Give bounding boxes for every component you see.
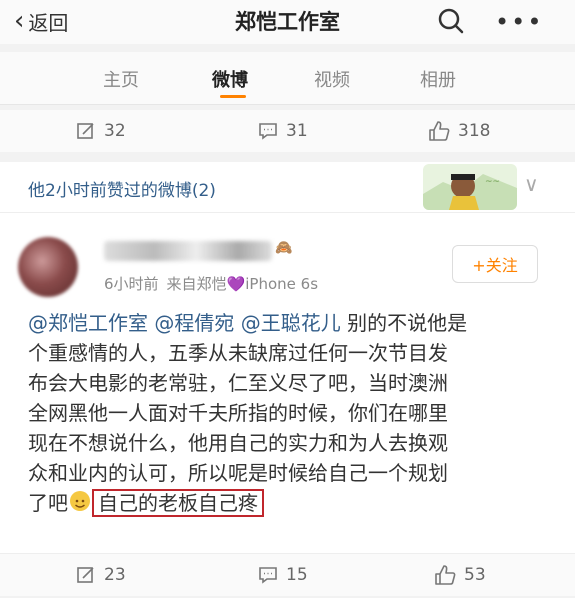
comment-icon [259, 123, 277, 140]
post-time: 6小时前 [104, 275, 159, 293]
svg-text:~~: ~~ [485, 177, 500, 187]
tab-video[interactable]: 视频 [314, 66, 350, 92]
more-menu-button[interactable]: ••• [495, 8, 543, 36]
thumbs-up-icon [429, 121, 450, 141]
post-meta: 6小时前 来自郑恺💜iPhone 6s [104, 273, 318, 294]
post-line: 了吧 自己的老板自己疼 [28, 488, 558, 518]
tab-album[interactable]: 相册 [420, 66, 456, 92]
like-count: 53 [464, 565, 486, 585]
comment-button[interactable]: 15 [258, 554, 308, 596]
post-line: 布会大电影的老常驻，仁至义尽了吧，当时澳洲 [28, 371, 448, 395]
post-card: 🙈 6小时前 来自郑恺💜iPhone 6s +关注 @郑恺工作室 @程倩宛 @王聪… [0, 213, 575, 553]
comment-count: 15 [286, 565, 308, 585]
like-button[interactable]: 53 [434, 554, 486, 596]
avatar[interactable] [18, 237, 78, 297]
repost-count: 23 [104, 565, 126, 585]
mention-link[interactable]: @程倩宛 [154, 311, 234, 335]
repost-button[interactable]: 23 [76, 554, 126, 596]
active-tab-indicator [220, 95, 246, 98]
mention-link[interactable]: @郑恺工作室 [28, 311, 148, 335]
post-source: 来自郑恺 [166, 275, 227, 293]
search-icon[interactable] [436, 6, 466, 36]
tab-home[interactable]: 主页 [103, 66, 139, 92]
like-count: 318 [458, 121, 491, 141]
post-actions: 23 15 53 [0, 553, 575, 596]
comment-count: 31 [286, 121, 308, 141]
heart-icon: 💜 [226, 275, 246, 293]
previous-post-actions: 32 31 318 [0, 110, 575, 152]
post-line: 全网黑他一人面对千夫所指的时候，你们在哪里 [28, 401, 448, 425]
post-line: 个重感情的人，五季从未缺席过任何一次节目发 [28, 341, 448, 365]
post-text: 了吧 [28, 491, 68, 515]
comment-button[interactable]: 31 [258, 110, 308, 152]
liked-posts-bar[interactable]: 他2小时前赞过的微博(2) ~~ ∨ [0, 162, 575, 213]
repost-button[interactable]: 32 [76, 110, 126, 152]
smile-emoji-icon [70, 491, 90, 511]
username-blurred[interactable] [104, 241, 272, 261]
post-text: 别的不说他是 [347, 311, 468, 335]
post-device: iPhone 6s [245, 275, 319, 293]
highlighted-text: 自己的老板自己疼 [92, 489, 264, 517]
page-title: 郑恺工作室 [235, 10, 340, 34]
repost-icon [77, 567, 94, 583]
tab-weibo[interactable]: 微博 [212, 66, 248, 92]
emoji-icon: 🙈 [275, 240, 293, 256]
repost-count: 32 [104, 121, 126, 141]
chevron-down-icon[interactable]: ∨ [524, 172, 539, 196]
like-button[interactable]: 318 [428, 110, 490, 152]
post-line: 现在不想说什么，他用自己的实力和为人去换观 [28, 431, 448, 455]
chevron-left-icon: ‹ [14, 6, 25, 36]
repost-icon [77, 123, 94, 139]
post-line: 众和业内的认可，所以呢是时候给自己一个规划 [28, 461, 448, 485]
post-line: @郑恺工作室 @程倩宛 @王聪花儿 别的不说他是 [28, 308, 558, 338]
liked-posts-label: 他2小时前赞过的微博(2) [28, 181, 216, 201]
comment-icon [259, 567, 277, 584]
thumbs-up-icon [435, 565, 456, 585]
post-body: @郑恺工作室 @程倩宛 @王聪花儿 别的不说他是 个重感情的人，五季从未缺席过任… [28, 308, 558, 518]
follow-button[interactable]: +关注 [452, 245, 538, 283]
mention-link[interactable]: @王聪花儿 [241, 311, 341, 335]
back-label: 返回 [28, 10, 69, 35]
back-button[interactable]: ‹ 返回 [14, 6, 68, 36]
nav-bar: ‹ 返回 郑恺工作室 ••• [0, 0, 575, 44]
liked-post-thumbnail[interactable]: ~~ [423, 164, 517, 210]
profile-tabs: 主页 微博 视频 相册 [0, 52, 575, 105]
